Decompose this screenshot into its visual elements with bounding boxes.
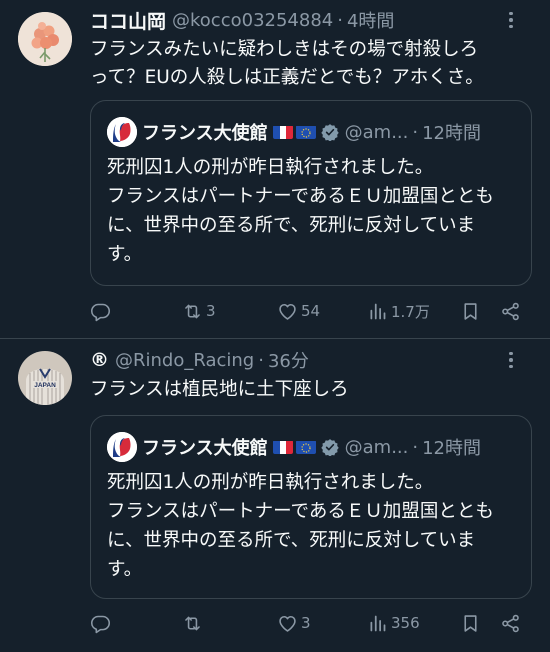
- retweet-button[interactable]: 3: [182, 298, 216, 324]
- quoted-handle: @am...: [344, 436, 409, 458]
- eu-flag-icon: [295, 440, 316, 454]
- views-count: 1.7万: [391, 302, 430, 321]
- quoted-tweet[interactable]: フランス大使館 @am... · 12時間 死刑囚1人の刑が昨日執行されました。…: [90, 100, 532, 286]
- tweet[interactable]: JAPAN ® @Rindo_Racing · 36分 フランスは植民地に土下座…: [0, 339, 550, 652]
- quoted-text-line: フランスはパートナーであるＥＵ加盟国ととも: [107, 501, 494, 522]
- handle[interactable]: @Rindo_Racing: [115, 350, 254, 371]
- display-name[interactable]: ®: [90, 349, 109, 371]
- verified-icon: [320, 438, 339, 457]
- share-icon: [502, 302, 519, 320]
- quoted-tweet[interactable]: フランス大使館 @am... · 12時間 死刑囚1人の刑が昨日執行されました。…: [90, 415, 532, 599]
- quoted-text-line: す。: [107, 559, 143, 580]
- separator: ·: [258, 349, 264, 371]
- retweet-button[interactable]: [182, 610, 206, 636]
- reply-button[interactable]: [90, 298, 114, 324]
- like-count: 54: [301, 302, 321, 320]
- heart-icon: [279, 303, 296, 320]
- views-count: 356: [391, 614, 420, 632]
- quoted-text-line: 死刑囚1人の刑が昨日執行されました。: [107, 157, 434, 178]
- france-flag-icon: [272, 125, 293, 139]
- views-icon: [370, 303, 386, 319]
- share-button[interactable]: [500, 298, 521, 324]
- like-button[interactable]: 3: [277, 610, 311, 636]
- like-count: 3: [301, 614, 311, 632]
- views-icon: [370, 615, 386, 631]
- retweet-icon: [185, 616, 200, 630]
- more-icon[interactable]: [500, 348, 522, 372]
- bookmark-button[interactable]: [460, 610, 481, 636]
- quoted-display-name: フランス大使館: [142, 123, 268, 144]
- tweet-text: フランスは植民地に土下座しろ: [90, 376, 532, 404]
- quoted-text-line: す。: [107, 244, 143, 265]
- handle[interactable]: @kocco03254884: [172, 10, 333, 31]
- display-name[interactable]: ココ山岡: [90, 7, 166, 34]
- quoted-timestamp: 12時間: [422, 438, 482, 459]
- tweet-text: フランスみたいに疑わしきはその場で射殺しろ って？EUの人殺しは正義だとでも？ア…: [90, 36, 532, 92]
- share-icon: [502, 614, 519, 632]
- separator: ·: [412, 436, 419, 458]
- quoted-tweet-header: フランス大使館 @am... · 12時間: [107, 432, 517, 462]
- verified-icon: [320, 123, 339, 142]
- bookmark-button[interactable]: [460, 298, 481, 324]
- timestamp[interactable]: 4時間: [347, 7, 394, 33]
- tweet-text-line: って？EUの人殺しは正義だとでも？アホくさ。: [90, 67, 484, 88]
- svg-text:JAPAN: JAPAN: [34, 382, 56, 389]
- tweet-header: ® @Rindo_Racing · 36分: [90, 348, 536, 372]
- views-button[interactable]: 356: [367, 610, 420, 636]
- tweet-text-line: フランスみたいに疑わしきはその場で射殺しろ: [90, 39, 479, 60]
- retweet-icon: [185, 304, 200, 318]
- quoted-tweet-text: 死刑囚1人の刑が昨日執行されました。 フランスはパートナーであるＥＵ加盟国ととも…: [107, 468, 517, 584]
- bookmark-icon: [464, 614, 477, 632]
- separator: ·: [337, 9, 343, 31]
- heart-icon: [279, 615, 296, 632]
- avatar[interactable]: JAPAN: [18, 351, 72, 405]
- eu-flag-icon: [295, 125, 316, 139]
- quoted-text-line: に、世界中の至る所で、死刑に反対していま: [107, 530, 476, 551]
- reply-icon: [90, 303, 111, 321]
- views-button[interactable]: 1.7万: [367, 298, 430, 324]
- quoted-text-line: に、世界中の至る所で、死刑に反対していま: [107, 215, 476, 236]
- retweet-count: 3: [206, 302, 216, 320]
- quoted-tweet-header: フランス大使館 @am... · 12時間: [107, 117, 517, 147]
- separator: ·: [412, 121, 419, 143]
- quoted-display-name: フランス大使館: [142, 438, 268, 459]
- timestamp[interactable]: 36分: [268, 347, 309, 373]
- tweet-header: ココ山岡 @kocco03254884 · 4時間: [90, 7, 536, 34]
- reply-button[interactable]: [90, 610, 114, 636]
- share-button[interactable]: [500, 610, 521, 636]
- quoted-text-line: フランスはパートナーであるＥＵ加盟国ととも: [107, 186, 494, 207]
- tweet-text-line: フランスは植民地に土下座しろ: [90, 379, 349, 400]
- quoted-timestamp: 12時間: [422, 123, 482, 144]
- tweet-actions: 3 356: [90, 610, 530, 636]
- quoted-handle: @am...: [344, 121, 409, 143]
- quoted-avatar: [107, 432, 137, 462]
- bookmark-icon: [464, 302, 477, 320]
- avatar[interactable]: [18, 12, 72, 66]
- quoted-avatar: [107, 117, 137, 147]
- more-icon[interactable]: [500, 8, 522, 32]
- like-button[interactable]: 54: [277, 298, 320, 324]
- tweet-actions: 3 54 1.7万: [90, 298, 530, 324]
- tweet[interactable]: ココ山岡 @kocco03254884 · 4時間 フランスみたいに疑わしきはそ…: [0, 0, 550, 339]
- quoted-text-line: 死刑囚1人の刑が昨日執行されました。: [107, 472, 434, 493]
- france-flag-icon: [272, 440, 293, 454]
- reply-icon: [90, 615, 111, 633]
- quoted-tweet-text: 死刑囚1人の刑が昨日執行されました。 フランスはパートナーであるＥＵ加盟国ととも…: [107, 153, 517, 269]
